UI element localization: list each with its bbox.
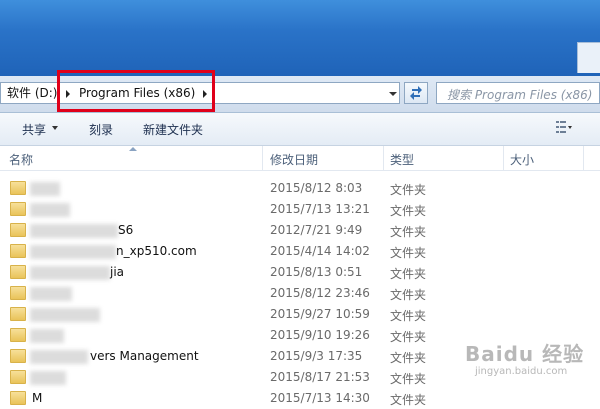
- file-name: M: [32, 391, 43, 405]
- share-button[interactable]: 共享: [22, 121, 46, 138]
- folder-icon: [10, 202, 26, 216]
- search-input[interactable]: 搜索 Program Files (x86): [436, 82, 600, 104]
- file-type: 文件夹: [390, 309, 427, 323]
- file-name: S6: [118, 223, 134, 237]
- file-row[interactable]: jia 2015/8/13 0:51 文件夹: [0, 262, 600, 283]
- column-modified[interactable]: 修改日期: [270, 151, 318, 168]
- file-row[interactable]: 2015/8/12 23:46 文件夹: [0, 283, 600, 304]
- file-type: 文件夹: [390, 225, 427, 239]
- file-type: 文件夹: [390, 330, 427, 344]
- highlight-annotation: [57, 70, 215, 112]
- burn-button[interactable]: 刻录: [89, 121, 113, 138]
- column-divider[interactable]: [383, 146, 384, 170]
- search-placeholder: 搜索 Program Files (x86): [447, 88, 593, 102]
- file-date: 2015/8/12 8:03: [270, 181, 363, 195]
- file-date: 2015/8/13 0:51: [270, 265, 363, 279]
- file-date: 2015/4/14 14:02: [270, 244, 370, 258]
- window-corner: [577, 42, 600, 73]
- blurred-name: [30, 266, 110, 280]
- blurred-name: [30, 329, 64, 343]
- file-name: vers Management: [90, 349, 199, 363]
- blurred-name: [30, 203, 70, 217]
- file-type: 文件夹: [390, 204, 427, 218]
- blurred-name: [30, 224, 118, 238]
- file-date: 2012/7/21 9:49: [270, 223, 363, 237]
- file-type: 文件夹: [390, 246, 427, 260]
- file-date: 2015/9/3 17:35: [270, 349, 363, 363]
- blurred-name: [30, 371, 66, 385]
- file-date: 2015/7/13 14:30: [270, 391, 370, 405]
- column-name[interactable]: 名称: [9, 151, 33, 168]
- file-date: 2015/9/27 10:59: [270, 307, 370, 321]
- column-divider[interactable]: [262, 146, 263, 170]
- view-options-icon[interactable]: [556, 121, 572, 133]
- file-name: jia: [110, 265, 125, 279]
- folder-icon: [10, 391, 26, 405]
- file-name: n_xp510.com: [116, 244, 197, 258]
- column-divider[interactable]: [583, 146, 584, 170]
- column-header-row: 名称 修改日期 类型 大小: [0, 146, 600, 171]
- folder-icon: [10, 307, 26, 321]
- file-type: 文件夹: [390, 288, 427, 302]
- share-dropdown-icon[interactable]: [52, 126, 58, 130]
- column-size[interactable]: 大小: [510, 151, 534, 168]
- breadcrumb-drive[interactable]: 软件 (D:): [7, 85, 57, 101]
- file-type: 文件夹: [390, 351, 427, 365]
- watermark-logo: Baidu 经验: [465, 342, 585, 366]
- file-type: 文件夹: [390, 267, 427, 281]
- file-type: 文件夹: [390, 183, 427, 197]
- column-type[interactable]: 类型: [390, 151, 414, 168]
- blurred-name: [30, 245, 116, 259]
- file-date: 2015/9/10 19:26: [270, 328, 370, 342]
- folder-icon: [10, 370, 26, 384]
- file-date: 2015/7/13 13:21: [270, 202, 370, 216]
- file-row[interactable]: 2015/8/12 8:03 文件夹: [0, 178, 600, 199]
- column-divider[interactable]: [503, 146, 504, 170]
- blurred-name: [30, 350, 88, 364]
- folder-icon: [10, 244, 26, 258]
- window-title-bar: [0, 0, 600, 76]
- file-date: 2015/8/12 23:46: [270, 286, 370, 300]
- refresh-button[interactable]: [404, 82, 428, 104]
- watermark-url: jingyan.baidu.com: [475, 366, 568, 377]
- file-row[interactable]: 2015/7/13 13:21 文件夹: [0, 199, 600, 220]
- file-row[interactable]: 2015/9/27 10:59 文件夹: [0, 304, 600, 325]
- address-dropdown-icon[interactable]: [389, 92, 397, 96]
- file-row[interactable]: n_xp510.com 2015/4/14 14:02 文件夹: [0, 241, 600, 262]
- folder-icon: [10, 265, 26, 279]
- folder-icon: [10, 328, 26, 342]
- blurred-name: [30, 182, 60, 196]
- file-row[interactable]: S6 2012/7/21 9:49 文件夹: [0, 220, 600, 241]
- watermark: Baidu 经验 jingyan.baidu.com: [465, 338, 600, 400]
- folder-icon: [10, 223, 26, 237]
- file-date: 2015/8/17 21:53: [270, 370, 370, 384]
- folder-icon: [10, 286, 26, 300]
- blurred-name: [30, 308, 100, 322]
- new-folder-button[interactable]: 新建文件夹: [143, 121, 203, 138]
- refresh-icon: [410, 86, 422, 100]
- blurred-name: [30, 287, 72, 301]
- folder-icon: [10, 181, 26, 195]
- command-toolbar: 共享 刻录 新建文件夹: [0, 113, 600, 146]
- sort-ascending-icon: [129, 147, 137, 151]
- file-type: 文件夹: [390, 372, 427, 386]
- folder-icon: [10, 349, 26, 363]
